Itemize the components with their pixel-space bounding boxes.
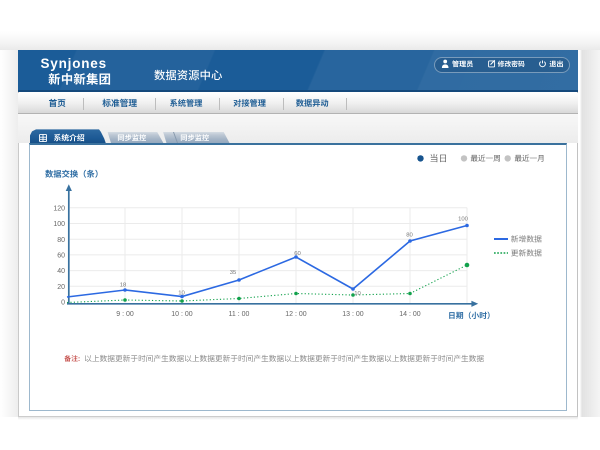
svg-text:20: 20 [57,284,65,291]
svg-text:11 : 00: 11 : 00 [229,311,250,318]
svg-text:60: 60 [57,253,65,260]
svg-text:80: 80 [57,237,65,244]
svg-text:60: 60 [294,251,301,257]
svg-text:120: 120 [53,205,65,212]
svg-text:14 : 00: 14 : 00 [399,311,421,318]
svg-text:9 : 00: 9 : 00 [116,311,134,318]
svg-text:10: 10 [354,291,361,297]
svg-text:35: 35 [230,270,237,276]
svg-text:10: 10 [178,290,185,296]
svg-text:80: 80 [406,233,413,239]
svg-text:18: 18 [120,283,127,289]
svg-text:0: 0 [61,300,65,307]
svg-text:10 : 00: 10 : 00 [171,311,193,318]
svg-text:100: 100 [458,217,469,223]
svg-text:13 : 00: 13 : 00 [342,311,364,318]
svg-text:100: 100 [53,221,65,228]
svg-text:40: 40 [57,268,65,275]
svg-text:12 : 00: 12 : 00 [285,311,307,318]
